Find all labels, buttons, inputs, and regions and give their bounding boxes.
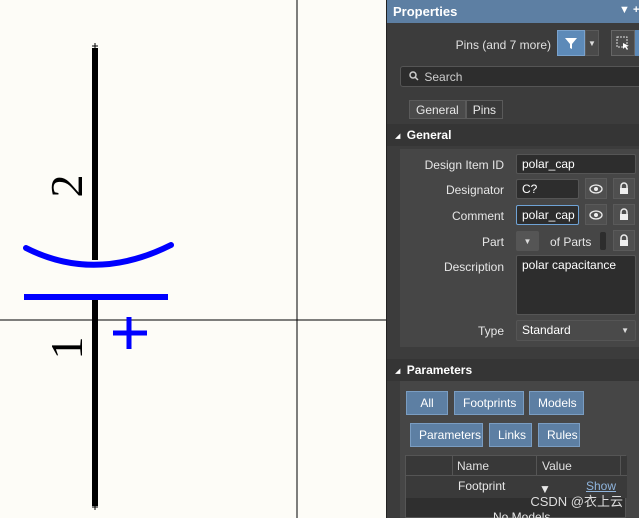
param-filter-links[interactable]: Links [489, 423, 532, 447]
part-label: Part [481, 235, 504, 249]
tab-general[interactable]: General [409, 100, 466, 119]
type-select[interactable]: Standard ▼ [516, 320, 636, 341]
collapse-triangle-icon: ◢ [395, 368, 401, 375]
designator-lock-toggle[interactable] [613, 178, 635, 199]
part-lock-toggle[interactable] [613, 230, 635, 251]
general-section-title: General [406, 128, 452, 142]
param-filter-models[interactable]: Models [529, 391, 584, 415]
lock-icon [620, 182, 628, 194]
curved-plate [23, 242, 174, 268]
search-icon [409, 70, 421, 84]
eye-icon [589, 209, 603, 220]
partial-row-text: No Models [493, 510, 551, 518]
designator-visibility-toggle[interactable] [585, 178, 607, 199]
pin-2-number: 2 [41, 175, 92, 198]
param-filter-rules[interactable]: Rules [538, 423, 580, 447]
comment-field[interactable]: polar_cap [516, 205, 579, 225]
chevron-down-icon: ▼ [523, 236, 532, 246]
filter-button[interactable] [557, 30, 585, 56]
parameters-section-title: Parameters [406, 363, 473, 377]
overflow-button[interactable] [635, 30, 639, 56]
chevron-down-icon: ▼ [621, 326, 629, 335]
column-divider [620, 456, 621, 476]
comment-visibility-toggle[interactable] [585, 204, 607, 225]
comment-label: Comment [451, 209, 504, 223]
eye-icon [589, 183, 603, 194]
param-filter-all[interactable]: All [406, 391, 448, 415]
tab-bar: General Pins [409, 100, 504, 119]
design-item-id-field[interactable]: polar_cap [516, 154, 636, 174]
lock-icon [620, 234, 628, 246]
parameters-table-header: Name Value [406, 456, 627, 476]
capacitor-symbol[interactable]: 2 1 [0, 0, 386, 518]
pin-1-number: 1 [41, 337, 92, 360]
part-dropdown[interactable]: ▼ [516, 231, 539, 251]
column-header-name[interactable]: Name [457, 459, 489, 473]
of-parts-label: of Parts [550, 235, 592, 249]
designator-label: Designator [445, 183, 504, 197]
filter-row: Pins (and 7 more) ▼ [387, 30, 639, 58]
chevron-down-icon: ▼ [588, 38, 596, 48]
search-placeholder: Search [424, 70, 463, 84]
part-count-slot [600, 232, 606, 250]
row-name: Footprint [458, 479, 506, 493]
design-item-id-label: Design Item ID [424, 158, 504, 172]
selection-icon [616, 36, 629, 50]
select-mask-button[interactable] [611, 30, 635, 56]
type-select-value: Standard [522, 323, 571, 337]
search-input[interactable]: Search [400, 66, 639, 87]
funnel-icon [565, 38, 577, 49]
param-filter-footprints[interactable]: Footprints [454, 391, 524, 415]
description-textarea[interactable]: polar capacitance [516, 255, 636, 315]
tab-pins[interactable]: Pins [465, 100, 504, 119]
column-divider [536, 456, 537, 476]
filter-dropdown-button[interactable]: ▼ [585, 30, 599, 56]
designator-field[interactable]: C? [516, 179, 579, 199]
parameters-section-header[interactable]: ◢ Parameters [387, 359, 639, 381]
schematic-canvas[interactable]: 2 1 [0, 0, 386, 518]
param-filter-parameters[interactable]: Parameters [410, 423, 483, 447]
filter-summary: Pins (and 7 more) [455, 38, 551, 52]
column-header-value[interactable]: Value [542, 459, 572, 473]
description-label: Description [443, 260, 504, 274]
comment-lock-toggle[interactable] [613, 204, 635, 225]
properties-panel: Properties ▼ + Pins (and 7 more) ▼ Searc… [386, 0, 639, 518]
panel-pin-icon[interactable]: + [633, 4, 639, 16]
type-label: Type [477, 324, 504, 338]
collapse-triangle-icon: ◢ [395, 133, 401, 140]
column-divider [452, 456, 453, 476]
properties-titlebar: Properties ▼ + [387, 0, 639, 23]
lock-icon [620, 208, 628, 220]
panel-menu-icon[interactable]: ▼ [619, 4, 630, 16]
panel-title: Properties [393, 4, 458, 19]
watermark: CSDN @衣上云 [530, 494, 623, 509]
general-section-header[interactable]: ◢ General [387, 124, 639, 146]
